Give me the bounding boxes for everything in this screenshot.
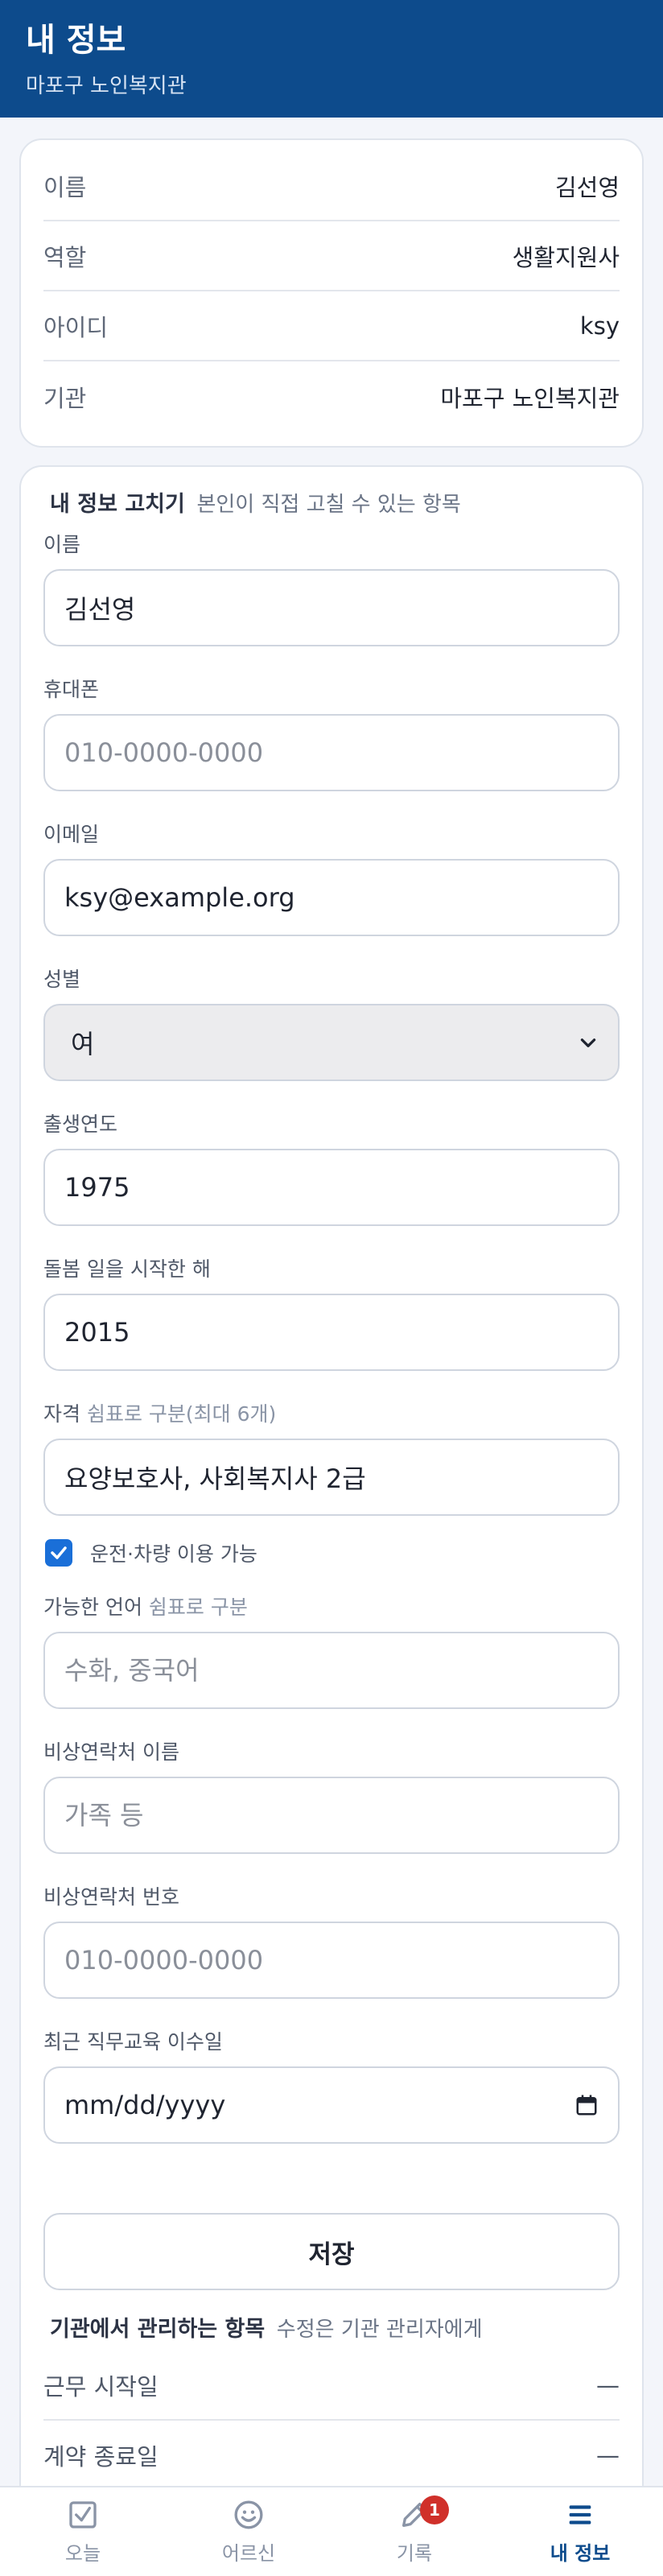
managed-row-contract-end: 계약 종료일 — (43, 2421, 620, 2491)
emergency-name-label: 비상연락처 이름 (43, 1740, 179, 1764)
page-title: 내 정보 (26, 22, 126, 59)
edit-heading-hint: 본인이 직접 고칠 수 있는 항목 (196, 493, 461, 517)
app-header: 내 정보 마포구 노인복지관 (0, 0, 663, 118)
license-input[interactable] (43, 1439, 620, 1516)
care-start-input[interactable] (43, 1294, 620, 1371)
checkbox-icon (69, 2500, 97, 2529)
emergency-phone-label: 비상연락처 번호 (43, 1885, 179, 1909)
field-emergency-phone: 비상연락처 번호 (43, 1881, 620, 1999)
email-input[interactable] (43, 859, 620, 936)
info-label: 기관 (43, 384, 87, 412)
managed-section-heading: 기관에서 관리하는 항목 수정은 기관 관리자에게 (50, 2311, 620, 2343)
field-phone: 휴대폰 (43, 674, 620, 791)
languages-input[interactable] (43, 1632, 620, 1709)
gender-label: 성별 (43, 968, 81, 991)
field-training-date: 최근 직무교육 이수일 mm/dd/yyyy (43, 2026, 620, 2144)
gender-selected-value: 여 (71, 1029, 95, 1059)
field-gender: 성별 여 (43, 964, 620, 1081)
nav-records-label: 기록 (396, 2541, 433, 2565)
languages-label: 가능한 언어 쉼표로 구분 (43, 1591, 620, 1620)
managed-value: — (596, 2441, 620, 2469)
info-value: 마포구 노인복지관 (440, 384, 620, 412)
info-value: ksy (579, 312, 620, 340)
training-date-placeholder: mm/dd/yyyy (64, 2090, 226, 2120)
edit-profile-card: 내 정보 고치기 본인이 직접 고칠 수 있는 항목 이름 휴대폰 이메일 성별… (19, 465, 644, 2576)
field-name: 이름 (43, 529, 620, 646)
calendar-icon[interactable] (574, 2093, 599, 2117)
gender-select[interactable]: 여 (43, 1004, 620, 1081)
field-care-start: 돌봄 일을 시작한 해 (43, 1253, 620, 1371)
chevron-down-icon (580, 1038, 596, 1047)
menu-icon (569, 2504, 591, 2524)
save-button[interactable]: 저장 (43, 2213, 620, 2290)
nav-today[interactable]: 오늘 (0, 2487, 166, 2576)
info-label: 역할 (43, 243, 87, 271)
training-date-input[interactable]: mm/dd/yyyy (43, 2066, 620, 2144)
info-row-org: 기관 마포구 노인복지관 (43, 361, 620, 431)
bottom-nav: 오늘 어르신 기록 1 내 정보 (0, 2486, 663, 2576)
birth-year-input[interactable] (43, 1149, 620, 1226)
license-label-text: 자격 (43, 1402, 81, 1426)
records-count-badge: 1 (420, 2496, 449, 2524)
field-birth-year: 출생연도 (43, 1108, 620, 1226)
phone-input[interactable] (43, 714, 620, 791)
name-input[interactable] (43, 569, 620, 646)
edit-heading-title: 내 정보 고치기 (50, 492, 185, 517)
managed-row-start-date: 근무 시작일 — (43, 2351, 620, 2421)
nav-my-info-label: 내 정보 (550, 2541, 611, 2565)
nav-records[interactable]: 기록 1 (332, 2487, 497, 2576)
birth-year-label: 출생연도 (43, 1113, 118, 1136)
field-email: 이메일 (43, 819, 620, 936)
emergency-phone-input[interactable] (43, 1922, 620, 1999)
languages-hint: 쉼표로 구분 (148, 1596, 248, 1619)
managed-value: — (596, 2371, 620, 2399)
managed-heading-hint: 수정은 기관 관리자에게 (276, 2318, 483, 2342)
profile-info-card: 이름 김선영 역할 생활지원사 아이디 ksy 기관 마포구 노인복지관 (19, 138, 644, 448)
edit-section-heading: 내 정보 고치기 본인이 직접 고칠 수 있는 항목 (50, 486, 620, 518)
smiley-icon (234, 2500, 263, 2529)
managed-label: 근무 시작일 (43, 2372, 159, 2401)
nav-today-label: 오늘 (64, 2541, 101, 2565)
info-value: 생활지원사 (512, 243, 620, 271)
field-license: 자격 쉼표로 구분(최대 6개) (43, 1398, 620, 1516)
field-emergency-name: 비상연락처 이름 (43, 1736, 620, 1854)
nav-elders[interactable]: 어르신 (166, 2487, 332, 2576)
care-start-label: 돌봄 일을 시작한 해 (43, 1257, 211, 1281)
info-label: 아이디 (43, 313, 109, 341)
nav-my-info[interactable]: 내 정보 (497, 2487, 663, 2576)
license-hint: 쉼표로 구분(최대 6개) (86, 1402, 277, 1426)
info-row-role: 역할 생활지원사 (43, 221, 620, 291)
license-label: 자격 쉼표로 구분(최대 6개) (43, 1398, 620, 1427)
field-languages: 가능한 언어 쉼표로 구분 (43, 1591, 620, 1709)
languages-label-text: 가능한 언어 (43, 1596, 142, 1619)
driving-checkbox-row[interactable]: 운전·차량 이용 가능 (45, 1538, 620, 1567)
info-row-name: 이름 김선영 (43, 151, 620, 221)
org-subtitle: 마포구 노인복지관 (26, 74, 187, 98)
driving-checkbox[interactable] (45, 1539, 72, 1567)
info-label: 이름 (43, 173, 87, 201)
email-label: 이메일 (43, 823, 100, 846)
name-label: 이름 (43, 533, 81, 556)
checkmark-icon (51, 1546, 67, 1559)
info-row-id: 아이디 ksy (43, 291, 620, 361)
driving-label: 운전·차량 이용 가능 (90, 1542, 257, 1566)
managed-label: 계약 종료일 (43, 2442, 159, 2471)
emergency-name-input[interactable] (43, 1777, 620, 1854)
training-date-label: 최근 직무교육 이수일 (43, 2030, 223, 2054)
phone-label: 휴대폰 (43, 678, 100, 701)
info-value: 김선영 (554, 173, 620, 201)
managed-heading-title: 기관에서 관리하는 항목 (50, 2317, 266, 2342)
nav-elders-label: 어르신 (221, 2541, 276, 2565)
